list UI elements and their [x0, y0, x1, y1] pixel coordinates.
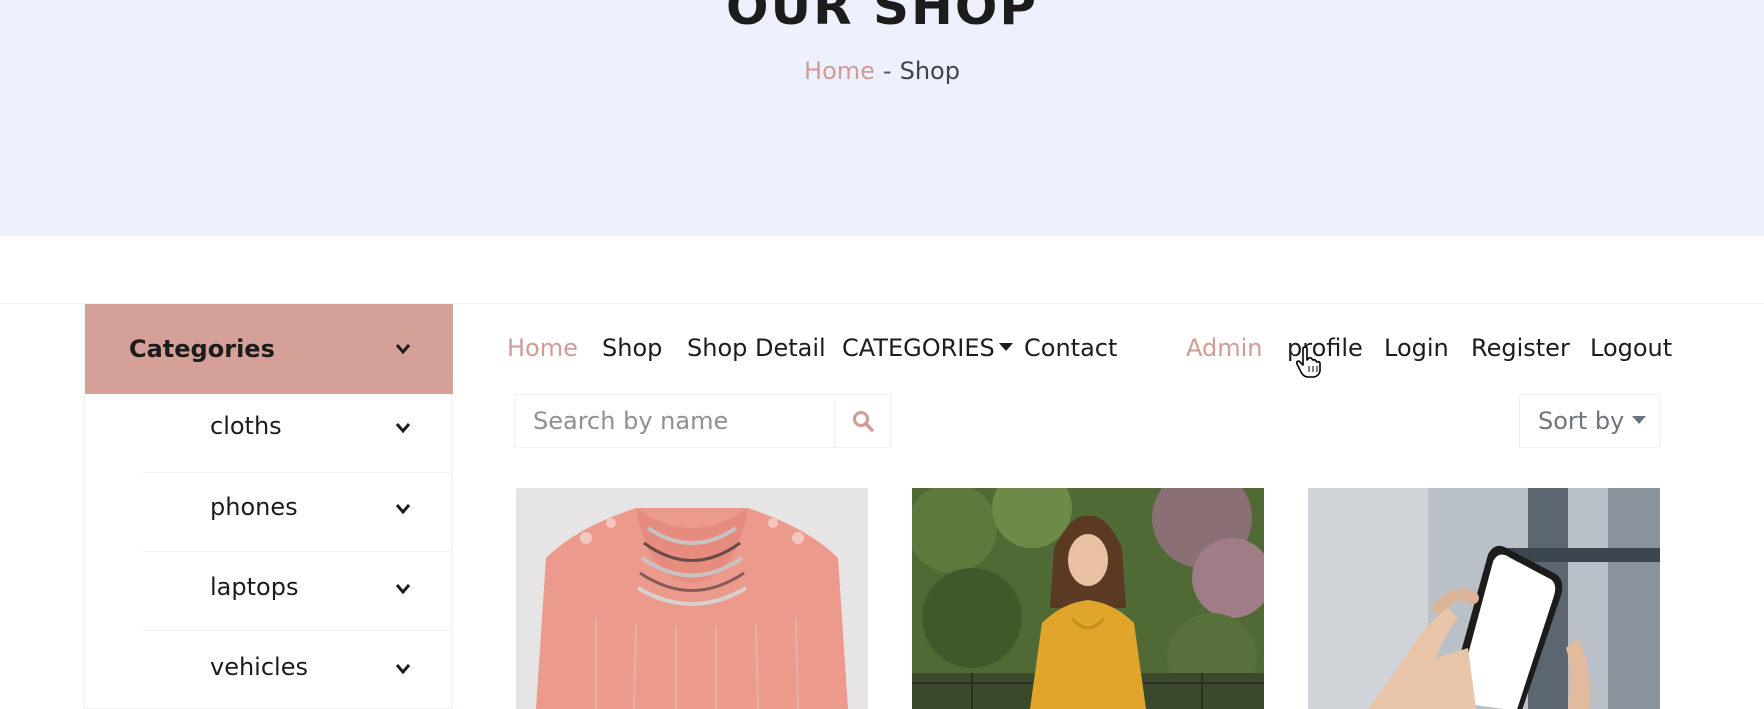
category-item-label: vehicles [210, 653, 308, 681]
search-form [514, 394, 891, 448]
caret-down-icon [998, 343, 1013, 351]
nav-shop-detail-link[interactable]: Shop Detail [687, 334, 826, 362]
breadcrumb-current: Shop [899, 57, 960, 85]
product-image-sweater[interactable] [516, 488, 868, 709]
category-item-label: phones [210, 493, 298, 521]
category-item-laptops[interactable]: laptops [143, 552, 452, 631]
nav-admin-link[interactable]: Admin [1186, 334, 1263, 362]
category-item-label: laptops [210, 573, 299, 601]
nav-logout-link[interactable]: Logout [1590, 334, 1672, 362]
search-button[interactable] [834, 395, 890, 447]
category-item-vehicles[interactable]: vehicles [143, 631, 452, 709]
chevron-down-icon [395, 422, 411, 434]
category-item-cloths[interactable]: cloths [143, 394, 452, 473]
category-item-label: cloths [210, 412, 282, 440]
category-item-phones[interactable]: phones [143, 473, 452, 552]
nav-categories-dropdown[interactable]: CATEGORIES [842, 334, 1013, 362]
nav-shop-link[interactable]: Shop [602, 334, 662, 362]
page-title: OUR SHOP [725, 0, 1039, 36]
chevron-down-icon [395, 343, 411, 355]
nav-register-link[interactable]: Register [1471, 334, 1570, 362]
product-image-smartphone[interactable] [1308, 488, 1660, 709]
nav-categories-label: CATEGORIES [842, 334, 995, 362]
sort-label: Sort by [1538, 407, 1625, 435]
breadcrumb-home-link[interactable]: Home [804, 57, 875, 85]
chevron-down-icon [395, 583, 411, 595]
caret-down-icon [1632, 416, 1647, 424]
nav-contact-link[interactable]: Contact [1024, 334, 1117, 362]
sort-dropdown-button[interactable]: Sort by [1519, 394, 1660, 448]
search-icon [852, 411, 874, 432]
breadcrumb: Home - Shop [0, 57, 1764, 85]
product-image-yellow-outfit[interactable] [912, 488, 1264, 709]
categories-header-label: Categories [129, 335, 275, 363]
nav-profile-link[interactable]: profile [1287, 334, 1363, 362]
page-header-banner: OUR SHOP Home - Shop [0, 0, 1764, 236]
category-sidebar: Categories cloths phones laptops vehicle… [84, 304, 453, 709]
nav-home-link[interactable]: Home [507, 334, 578, 362]
search-input[interactable] [515, 395, 834, 447]
chevron-down-icon [395, 663, 411, 675]
chevron-down-icon [395, 503, 411, 515]
nav-login-link[interactable]: Login [1384, 334, 1449, 362]
breadcrumb-separator: - [882, 57, 892, 85]
categories-toggle-button[interactable]: Categories [85, 304, 453, 394]
